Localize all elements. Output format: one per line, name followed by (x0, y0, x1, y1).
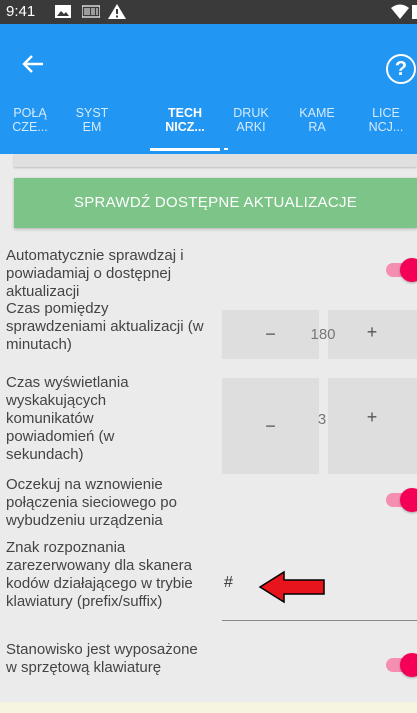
settings-content[interactable]: SPRAWDŹ DOSTĘPNE AKTUALIZACJE Automatycz… (0, 154, 417, 713)
switch-thumb (400, 258, 417, 282)
wifi-icon (391, 4, 409, 19)
previous-card-edge (14, 154, 417, 167)
check-interval-value[interactable]: 180 (305, 326, 341, 343)
wait-network-switch[interactable] (386, 488, 417, 512)
tab-connections[interactable]: POŁĄ CZE... (0, 106, 60, 134)
help-button[interactable]: ? (386, 54, 416, 84)
status-bar: 9:41 (0, 0, 417, 24)
arrow-left-icon (22, 55, 43, 73)
next-section-edge (0, 702, 417, 713)
hw-keyboard-label: Stanowisko jest wyposażone w sprzętową k… (6, 641, 198, 676)
popup-time-minus-button[interactable]: − (222, 378, 319, 474)
check-interval-label: Czas pomiędzy sprawdzeniami aktualizacji… (6, 300, 204, 353)
switch-thumb (400, 653, 417, 677)
battery-icon (412, 5, 417, 19)
warning-icon (108, 4, 126, 19)
tab-camera[interactable]: KAME RA (287, 106, 347, 134)
auto-check-label: Automatycznie sprawdzaj i powiadamiaj o … (6, 247, 184, 300)
popup-time-plus-button[interactable]: + (360, 407, 384, 428)
active-tab-indicator (150, 148, 220, 151)
status-time: 9:41 (6, 3, 36, 20)
tab-licenses[interactable]: LICE NCJ... (356, 106, 416, 134)
barcode-icon (82, 5, 100, 18)
auto-check-switch[interactable] (386, 258, 417, 282)
back-button[interactable] (22, 52, 44, 78)
wait-network-label: Oczekuj na wznowienie połączenia sieciow… (6, 476, 177, 529)
app-bar: ? POŁĄ CZE... SYST EM TECH NICZ... DRUK ARKI… (0, 24, 417, 154)
check-interval-plus-button[interactable]: + (360, 322, 384, 343)
tab-technical[interactable]: TECH NICZ... (155, 106, 215, 134)
red-arrow-annotation-icon (258, 570, 325, 604)
image-icon (55, 5, 71, 18)
check-updates-button[interactable]: SPRAWDŹ DOSTĘPNE AKTUALIZACJE (14, 178, 417, 228)
popup-time-value[interactable]: 3 (310, 411, 334, 428)
tab-system[interactable]: SYST EM (62, 106, 122, 134)
scanner-char-input[interactable]: # (224, 574, 233, 592)
hw-keyboard-switch[interactable] (386, 653, 417, 677)
popup-time-label: Czas wyświetlania wyskakujących komunika… (6, 374, 129, 463)
scanner-char-input-underline (222, 620, 417, 621)
question-mark-icon: ? (394, 58, 408, 80)
switch-thumb (400, 488, 417, 512)
tab-printers[interactable]: DRUK ARKI (221, 106, 281, 134)
tab-indicator-fragment (224, 148, 228, 150)
scanner-char-label: Znak rozpoznania zarezerwowany dla skane… (6, 539, 193, 610)
